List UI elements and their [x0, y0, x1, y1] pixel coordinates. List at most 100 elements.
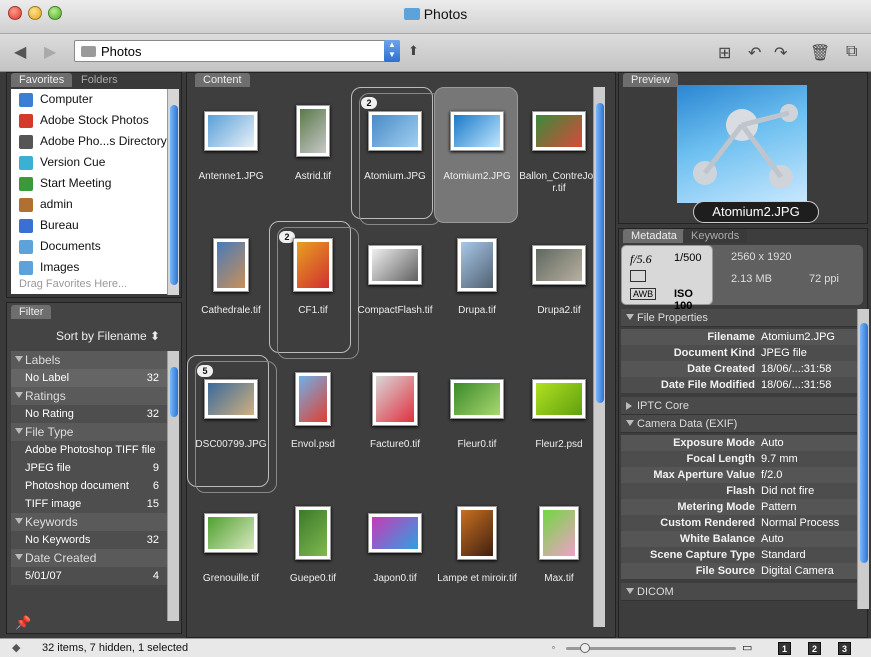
scroll-thumb[interactable] — [596, 103, 604, 403]
favorite-item[interactable]: Images — [11, 257, 167, 278]
thumbnail-image[interactable] — [532, 111, 586, 151]
metadata-section-header[interactable]: IPTC Core — [621, 397, 857, 415]
filter-row[interactable]: Photoshop document 6 — [11, 477, 167, 495]
tab-preview[interactable]: Preview — [623, 73, 679, 87]
toggle-panels-icon[interactable]: ◆ — [12, 639, 20, 657]
thumbnail-image[interactable] — [368, 513, 422, 553]
tab-keywords[interactable]: Keywords — [683, 229, 748, 243]
chevron-updown-icon[interactable]: ▲ ▼ — [384, 40, 400, 62]
stack-count-badge[interactable]: 5 — [197, 365, 213, 377]
thumbnail-size-slider[interactable] — [566, 643, 736, 653]
thumbnail-image[interactable] — [539, 506, 579, 560]
rotate-left-icon[interactable]: ↶ — [748, 43, 761, 63]
view-1-button[interactable]: 1 — [778, 642, 792, 655]
scroll-thumb[interactable] — [170, 367, 178, 417]
metadata-section-header[interactable]: DICOM — [621, 583, 857, 601]
thumbnail-image[interactable] — [457, 238, 497, 292]
favorite-item[interactable]: Bureau — [11, 215, 167, 236]
thumbnail-image[interactable] — [532, 245, 586, 285]
filter-row[interactable]: 5/01/07 4 — [11, 567, 167, 585]
filter-section-header[interactable]: Date Created — [11, 549, 167, 567]
tab-folders[interactable]: Folders — [73, 73, 126, 87]
thumbnail-item[interactable]: 2 Atomium.JPG — [351, 87, 441, 225]
thumbnail-item[interactable]: Astrid.tif — [273, 93, 353, 223]
thumbnail-item[interactable]: Drupa2.tif — [519, 227, 593, 357]
thumbnail-item[interactable]: Max.tif — [519, 495, 593, 625]
metadata-section-header[interactable]: Camera Data (EXIF) — [621, 415, 857, 433]
favorite-item[interactable]: Computer — [11, 89, 167, 110]
forward-arrow-icon[interactable]: ▶ — [44, 42, 56, 62]
thumbnail-item[interactable]: CompactFlash.tif — [355, 227, 435, 357]
up-folder-icon[interactable]: ⬆ — [408, 43, 419, 59]
thumbnail-item[interactable]: Facture0.tif — [355, 361, 435, 491]
thumbnail-item[interactable]: Ballon_ContreJour.tif — [519, 93, 593, 223]
filter-row[interactable]: TIFF image 15 — [11, 495, 167, 513]
thumbnail-image[interactable] — [368, 245, 422, 285]
filter-section-header[interactable]: Keywords — [11, 513, 167, 531]
thumbnail-item[interactable]: Cathedrale.tif — [191, 227, 271, 357]
sort-menu[interactable]: Sort by Filename ⬍ ⏶ — [11, 321, 167, 373]
thumbnail-image[interactable] — [368, 111, 422, 151]
favorites-scrollbar[interactable] — [167, 89, 179, 295]
thumbnail-image[interactable] — [204, 379, 258, 419]
thumbnail-item[interactable]: Fleur0.tif — [437, 361, 517, 491]
favorite-item[interactable]: Start Meeting — [11, 173, 167, 194]
slider-knob[interactable] — [580, 643, 590, 653]
thumbnail-image[interactable] — [213, 238, 249, 292]
thumbnail-item[interactable]: Antenne1.JPG — [191, 93, 271, 223]
thumbnail-image[interactable] — [295, 372, 331, 426]
thumbnail-image[interactable] — [450, 379, 504, 419]
thumbnail-item[interactable]: Japon0.tif — [355, 495, 435, 625]
filter-row[interactable]: No Rating 32 — [11, 405, 167, 423]
thumbnail-item[interactable]: Grenouille.tif — [191, 495, 271, 625]
thumbnail-image[interactable] — [532, 379, 586, 419]
thumbnail-item[interactable]: Drupa.tif — [437, 227, 517, 357]
filter-section-header[interactable]: Ratings — [11, 387, 167, 405]
thumbnail-image[interactable] — [204, 513, 258, 553]
scroll-thumb[interactable] — [860, 323, 868, 563]
favorite-item[interactable]: admin — [11, 194, 167, 215]
tab-metadata[interactable]: Metadata — [623, 229, 685, 243]
filter-row[interactable]: JPEG file 9 — [11, 459, 167, 477]
favorite-item[interactable]: Documents — [11, 236, 167, 257]
thumbnail-item[interactable]: Lampe et miroir.tif — [437, 495, 517, 625]
thumbnail-item[interactable]: Envol.psd — [273, 361, 353, 491]
thumbnail-item[interactable]: Guepe0.tif — [273, 495, 353, 625]
thumbnail-item[interactable]: 2 CF1.tif — [269, 221, 359, 359]
back-arrow-icon[interactable]: ◀ — [14, 42, 26, 62]
filter-section-header[interactable]: Labels — [11, 351, 167, 369]
new-folder-icon[interactable]: ⊞ — [718, 43, 731, 63]
thumbnail-item[interactable]: 5 DSC00799.JPG — [187, 355, 277, 493]
view-3-button[interactable]: 3 — [838, 642, 852, 655]
rotate-right-icon[interactable]: ↷ — [774, 43, 787, 63]
scroll-thumb[interactable] — [170, 105, 178, 285]
tab-favorites[interactable]: Favorites — [11, 73, 73, 87]
content-scrollbar[interactable] — [593, 87, 605, 627]
tab-filter[interactable]: Filter — [11, 305, 52, 319]
filter-row[interactable]: No Label 32 — [11, 369, 167, 387]
trash-icon[interactable]: 🗑 — [810, 43, 830, 63]
thumbnail-image[interactable] — [296, 105, 330, 157]
thumbnail-image[interactable] — [372, 372, 418, 426]
thumbnail-image[interactable] — [457, 506, 497, 560]
compact-mode-icon[interactable]: ⧉ — [846, 43, 857, 61]
filter-row[interactable]: No Keywords 32 — [11, 531, 167, 549]
thumbnail-image[interactable] — [293, 238, 333, 292]
tab-content[interactable]: Content — [195, 73, 250, 87]
metadata-scrollbar[interactable] — [857, 309, 869, 609]
thumbnail-item[interactable]: Atomium2.JPG — [434, 87, 518, 223]
filter-scrollbar[interactable] — [167, 351, 179, 621]
view-2-button[interactable]: 2 — [808, 642, 822, 655]
preview-image[interactable] — [677, 85, 807, 203]
favorite-item[interactable]: Adobe Stock Photos — [11, 110, 167, 131]
filter-row[interactable]: Adobe Photoshop TIFF file — [11, 441, 167, 459]
path-selector[interactable]: Photos ▲ ▼ — [74, 40, 400, 62]
thumbnail-item[interactable]: Fleur2.psd — [519, 361, 593, 491]
thumbnail-image[interactable] — [295, 506, 331, 560]
favorite-item[interactable]: Version Cue — [11, 152, 167, 173]
thumbnail-image[interactable] — [204, 111, 258, 151]
favorite-item[interactable]: Adobe Pho...s Directory — [11, 131, 167, 152]
stack-count-badge[interactable]: 2 — [361, 97, 377, 109]
thumbnail-image[interactable] — [450, 111, 504, 151]
filter-section-header[interactable]: File Type — [11, 423, 167, 441]
